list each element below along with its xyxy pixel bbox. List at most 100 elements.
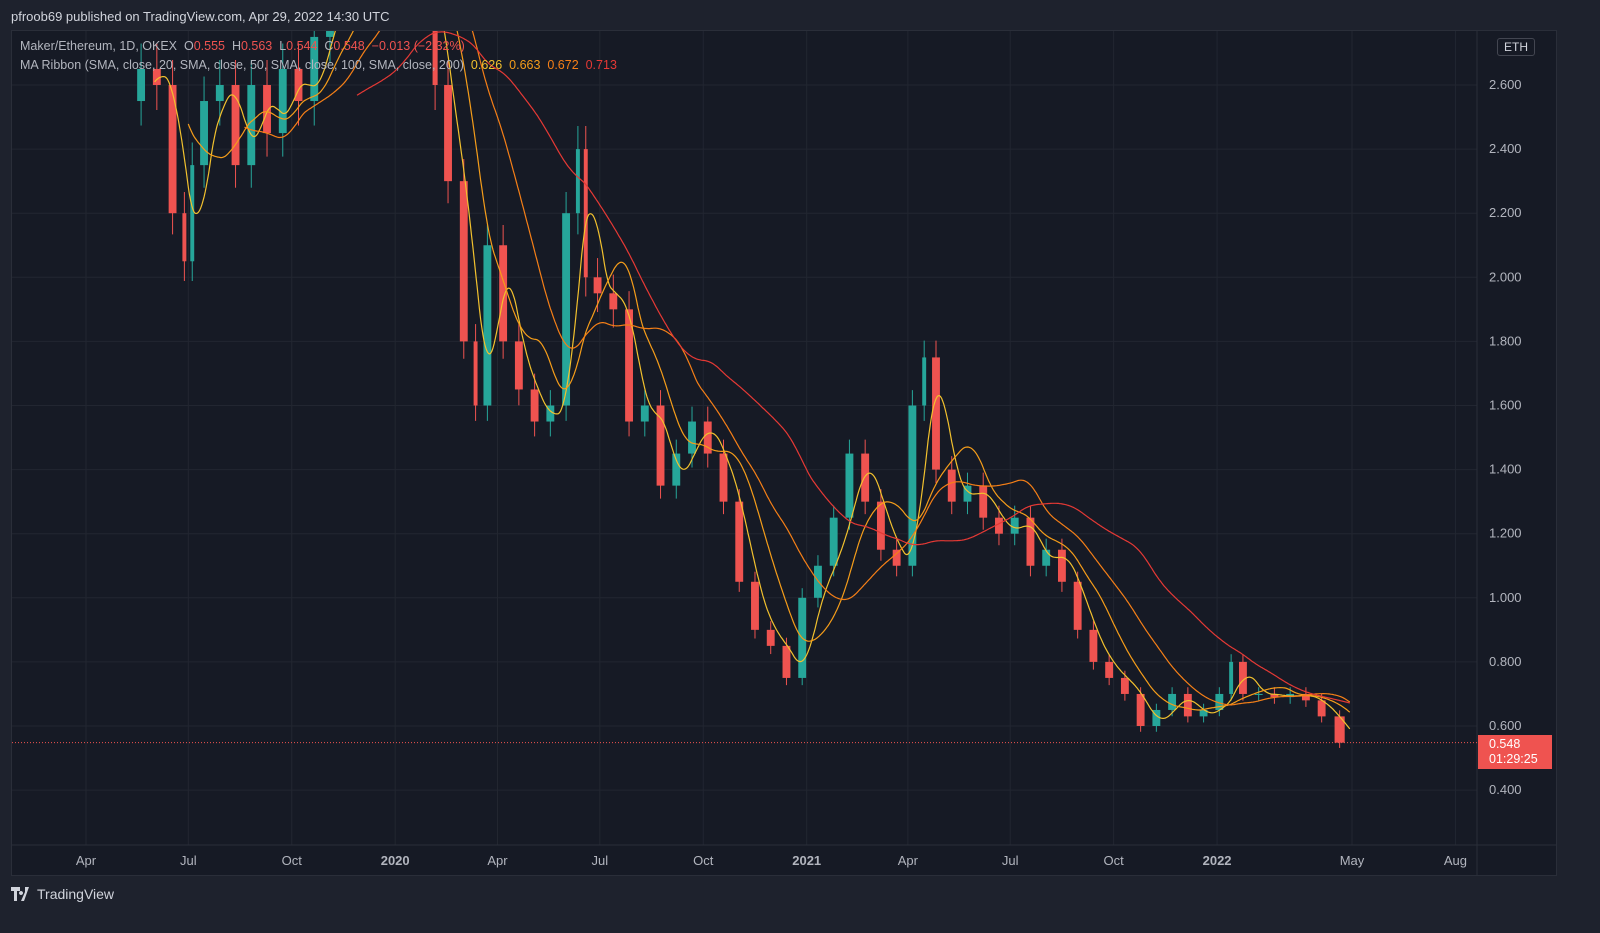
candle-body — [200, 101, 208, 166]
candle-body — [640, 405, 649, 422]
candle-body — [593, 277, 602, 294]
close-value: 0.548 — [333, 39, 365, 53]
ma50-value: 0.663 — [509, 58, 541, 72]
x-tick-label: Apr — [487, 853, 508, 868]
candle-body — [719, 453, 728, 502]
candle-body — [751, 581, 759, 630]
candle-body — [1136, 693, 1145, 726]
y-tick-label: 2.000 — [1489, 269, 1522, 284]
candle-body — [908, 405, 917, 566]
x-tick-label: Oct — [1104, 853, 1125, 868]
candle-body — [278, 68, 287, 134]
x-tick-label: Oct — [282, 853, 303, 868]
currency-button[interactable]: ETH — [1497, 38, 1535, 56]
x-tick-label: Jul — [1002, 853, 1019, 868]
price-chart[interactable]: 2.600 2.400 2.200 2.000 1.800 1.600 1.400 1.200… — [0, 0, 1600, 933]
ma50-line — [187, 31, 1351, 713]
ma200-value: 0.713 — [585, 58, 617, 72]
candle-body — [575, 149, 580, 214]
x-tick-label: 2020 — [381, 853, 410, 868]
ma-title[interactable]: MA Ribbon (SMA, close, 20, SMA, close, 5… — [20, 58, 464, 72]
candle-body — [932, 357, 940, 470]
y-tick-label: 2.600 — [1489, 77, 1522, 92]
candle-body — [514, 341, 523, 390]
y-tick-label: 0.800 — [1489, 654, 1522, 669]
y-tick-label: 1.800 — [1489, 333, 1522, 348]
candle-body — [735, 501, 744, 582]
y-tick-label: 1.400 — [1489, 462, 1522, 477]
x-tick-label: Oct — [693, 853, 714, 868]
candle-body — [190, 165, 195, 262]
candle-body — [876, 501, 885, 550]
candle-body — [892, 549, 901, 566]
candle-body — [473, 341, 478, 406]
x-tick-label: Jul — [180, 853, 197, 868]
candle-body — [215, 85, 224, 102]
candle-body — [326, 31, 334, 37]
x-tick-label: 2022 — [1203, 853, 1232, 868]
candle-body — [1057, 549, 1066, 582]
candle-body — [1042, 549, 1051, 566]
candle-body — [1105, 661, 1114, 678]
open-value: 0.555 — [193, 39, 225, 53]
footer-brand[interactable]: TradingView — [11, 886, 114, 902]
candle-body — [444, 85, 452, 182]
bar-countdown: 01:29:25 — [1489, 752, 1538, 766]
symbol-legend: Maker/Ethereum, 1D, OKEX O0.555 H0.563 L… — [20, 39, 465, 53]
ma100-line — [244, 31, 1351, 706]
y-tick-label: 1.200 — [1489, 526, 1522, 541]
y-tick-label: 0.400 — [1489, 782, 1522, 797]
candle-body — [1254, 693, 1263, 695]
candle-body — [499, 245, 508, 342]
open-label: O — [183, 39, 194, 53]
high-value: 0.563 — [240, 39, 273, 53]
candle-body — [922, 357, 927, 406]
candle-body — [1120, 677, 1129, 694]
ma200-line — [356, 31, 1350, 704]
candle-body — [829, 517, 838, 566]
candle-body — [609, 293, 618, 310]
y-tick-label: 2.400 — [1489, 141, 1522, 156]
candle-body — [263, 85, 271, 134]
candle-body — [182, 213, 187, 262]
candle-body — [814, 565, 822, 598]
candle-body — [1183, 693, 1192, 717]
x-tick-label: Aug — [1444, 853, 1467, 868]
y-tick-label: 1.000 — [1489, 590, 1522, 605]
low-value: 0.544 — [286, 39, 318, 53]
candle-body — [1026, 517, 1035, 566]
candle-body — [861, 453, 870, 502]
candle-body — [1168, 693, 1177, 710]
candle-body — [1073, 581, 1082, 630]
brand-name: TradingView — [37, 886, 115, 902]
high-label: H — [231, 39, 241, 53]
ma100-value: 0.672 — [547, 58, 579, 72]
x-tick-label: Apr — [76, 853, 97, 868]
x-tick-label: May — [1340, 853, 1365, 868]
y-tick-label: 0.600 — [1489, 718, 1522, 733]
tradingview-logo-icon — [11, 887, 29, 901]
candle-body — [530, 389, 539, 422]
candle-body — [947, 469, 956, 502]
candle-body — [979, 485, 988, 518]
candle-body — [459, 181, 468, 342]
x-tick-label: 2021 — [792, 853, 821, 868]
ma20-value: 0.626 — [470, 58, 503, 72]
candle-body — [1010, 517, 1019, 534]
candle-body — [583, 149, 588, 278]
x-tick-label: Apr — [898, 853, 919, 868]
plot-area — [137, 31, 1351, 748]
candle-body — [782, 645, 791, 678]
candle-body — [845, 453, 854, 518]
x-tick-label: Jul — [592, 853, 609, 868]
candle-body — [483, 245, 492, 406]
candle-body — [1229, 661, 1234, 694]
last-price-label: 0.548 01:29:25 — [1478, 735, 1552, 769]
candle-body — [766, 629, 775, 646]
candle-body — [137, 68, 146, 102]
candle-body — [688, 421, 696, 454]
y-tick-label: 2.200 — [1489, 205, 1522, 220]
candle-body — [1089, 629, 1098, 662]
symbol-name[interactable]: Maker/Ethereum, 1D, OKEX — [20, 39, 177, 53]
last-price-value: 0.548 — [1489, 737, 1521, 751]
